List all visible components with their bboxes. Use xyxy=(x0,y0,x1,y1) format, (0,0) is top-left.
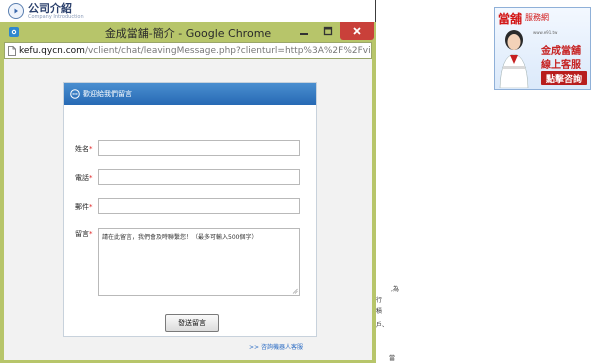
message-label: 留言* xyxy=(75,229,93,239)
play-icon[interactable] xyxy=(8,3,24,19)
maximize-icon[interactable] xyxy=(317,22,339,40)
chat-icon xyxy=(70,89,80,99)
bg-text-fragment: 積 xyxy=(376,308,383,315)
leave-message-form: 歡迎給我們留言 姓名* 電話* 郵件* 留言* 請在此留言，我們會及時聯繫您！（… xyxy=(63,82,317,337)
name-label: 姓名* xyxy=(75,144,93,154)
required-mark: * xyxy=(89,203,93,211)
page-icon xyxy=(8,45,16,56)
minimize-icon[interactable] xyxy=(293,22,315,40)
chrome-popup-window: 金成當舖-簡介 - Google Chrome kefu.qycn.com/vc… xyxy=(0,22,376,363)
ad-consult-button[interactable]: 點擊咨詢 xyxy=(541,71,587,85)
phone-label-text: 電話 xyxy=(75,174,89,182)
required-mark: * xyxy=(89,174,93,182)
ad-line2: 線上客服 xyxy=(541,60,581,71)
required-mark: * xyxy=(89,230,93,238)
bg-text-fragment: 當 xyxy=(389,355,396,362)
support-agent-icon xyxy=(499,30,529,88)
bg-text-fragment: ,為 xyxy=(391,286,399,293)
ad-line1: 金成當舖 xyxy=(541,46,581,57)
url-path: /vclient/chat/leavingMessage.php?clientu… xyxy=(84,45,372,56)
message-label-text: 留言 xyxy=(75,230,89,238)
customer-service-ad[interactable]: 當舖 服務網 www.e91.tw 金成當舖 線上客服 點擊咨詢 xyxy=(494,7,591,90)
name-input[interactable] xyxy=(98,140,300,156)
window-titlebar[interactable]: 金成當舖-簡介 - Google Chrome xyxy=(0,22,376,42)
required-mark: * xyxy=(89,145,93,153)
phone-input[interactable] xyxy=(98,169,300,185)
section-header: 公司介紹 Company Introduction xyxy=(8,3,84,20)
email-input[interactable] xyxy=(98,198,300,214)
chrome-app-icon xyxy=(9,27,19,37)
section-subtitle: Company Introduction xyxy=(28,14,84,20)
url-host: kefu.qycn.com xyxy=(19,45,85,56)
url-text: kefu.qycn.com/vclient/chat/leavingMessag… xyxy=(19,45,372,56)
address-bar[interactable]: kefu.qycn.com/vclient/chat/leavingMessag… xyxy=(4,42,372,59)
message-text: 請在此留言，我們會及時聯繫您！（最多可輸入500個字） xyxy=(102,234,258,241)
message-textarea[interactable]: 請在此留言，我們會及時聯繫您！（最多可輸入500個字） xyxy=(98,228,300,296)
ad-subtitle: 服務網 xyxy=(525,13,549,22)
form-header: 歡迎給我們留言 xyxy=(64,83,316,105)
email-label-text: 郵件 xyxy=(75,203,89,211)
section-title: 公司介紹 xyxy=(28,2,72,15)
email-label: 郵件* xyxy=(75,202,93,212)
page-content: 歡迎給我們留言 姓名* 電話* 郵件* 留言* 請在此留言，我們會及時聯繫您！（… xyxy=(4,59,372,360)
ad-url: www.e91.tw xyxy=(533,30,558,35)
form-header-title: 歡迎給我們留言 xyxy=(83,90,132,98)
submit-button[interactable]: 發送留言 xyxy=(165,314,219,332)
bg-text-fragment: 戶、 xyxy=(376,322,389,329)
name-label-text: 姓名 xyxy=(75,145,89,153)
phone-label: 電話* xyxy=(75,173,93,183)
window-title: 金成當舖-簡介 - Google Chrome xyxy=(104,27,272,40)
ad-title: 當舖 xyxy=(498,12,523,26)
robot-service-link[interactable]: >> 咨詢機器人客服 xyxy=(249,342,303,351)
bg-text-fragment: 行 xyxy=(376,297,383,304)
close-icon[interactable] xyxy=(340,22,374,40)
resize-grip-icon[interactable] xyxy=(292,288,298,294)
